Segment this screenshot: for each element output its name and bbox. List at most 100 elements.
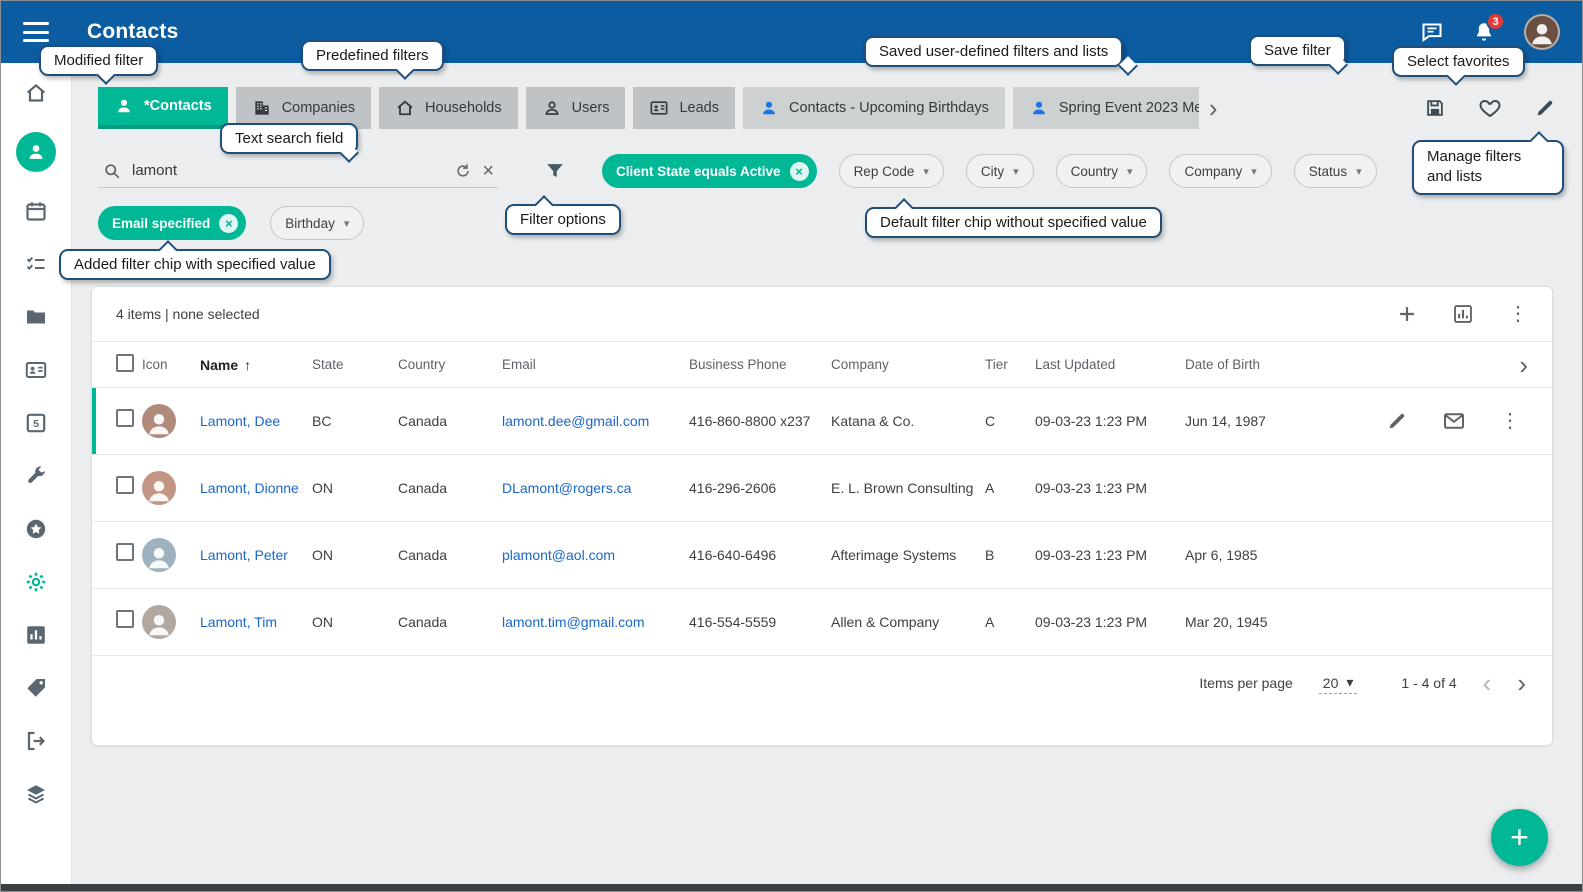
tabs-overflow-chevron-icon[interactable]: ›: [1207, 95, 1220, 121]
manage-filters-button[interactable]: [1534, 97, 1556, 119]
sidebar-item-featured-icon[interactable]: [16, 515, 56, 543]
chip-rep-code[interactable]: Rep Code ▾: [839, 154, 944, 188]
sidebar-item-calendar-icon[interactable]: [16, 197, 56, 225]
chip-city[interactable]: City ▾: [966, 154, 1034, 188]
list-toolbar: 4 items | none selected ⋮: [92, 287, 1552, 341]
chip-status[interactable]: Status ▾: [1294, 154, 1377, 188]
contact-name-link[interactable]: Lamont, Tim: [200, 614, 277, 630]
table-header-row: Icon Name↑ State Country Email Business …: [92, 342, 1552, 388]
user-avatar[interactable]: [1524, 14, 1560, 50]
clear-search-icon[interactable]: ×: [482, 161, 494, 181]
tab-households[interactable]: Households: [379, 87, 518, 129]
sidebar-item-tasks-icon[interactable]: [16, 250, 56, 278]
callout-manage-filters: Manage filters and lists: [1412, 140, 1564, 195]
col-company[interactable]: Company: [831, 342, 985, 388]
tab-saved-upcoming-birthdays[interactable]: Contacts - Upcoming Birthdays: [743, 87, 1005, 129]
col-name-sortable[interactable]: Name↑: [200, 342, 312, 388]
table-row[interactable]: Lamont, Dionne ON Canada DLamont@rogers.…: [92, 455, 1552, 522]
email-link[interactable]: DLamont@rogers.ca: [502, 480, 631, 496]
sidebar-item-tools-icon[interactable]: [16, 462, 56, 490]
funnel-icon: [544, 160, 566, 182]
tab-label: *Contacts: [144, 98, 212, 114]
chip-email-specified[interactable]: Email specified ×: [98, 206, 246, 240]
sidebar-item-settings-icon[interactable]: [16, 568, 56, 596]
contact-name-link[interactable]: Lamont, Peter: [200, 547, 288, 563]
home-icon: [395, 98, 415, 118]
cell-phone: 416-296-2606: [689, 455, 831, 522]
items-per-page-select[interactable]: 20 ▾: [1319, 672, 1358, 694]
contact-avatar: [142, 404, 176, 438]
chip-birthday[interactable]: Birthday ▾: [270, 206, 364, 240]
contact-name-link[interactable]: Lamont, Dee: [200, 413, 280, 429]
search-field[interactable]: ×: [98, 155, 498, 188]
table-row[interactable]: Lamont, Dee BC Canada lamont.dee@gmail.c…: [92, 388, 1552, 455]
favorites-button[interactable]: [1478, 96, 1502, 120]
sidebar-item-card-5-icon[interactable]: [16, 409, 56, 437]
select-all-checkbox[interactable]: [116, 354, 134, 372]
col-tier[interactable]: Tier: [985, 342, 1035, 388]
table-row[interactable]: Lamont, Peter ON Canada plamont@aol.com …: [92, 522, 1552, 589]
email-link[interactable]: lamont.tim@gmail.com: [502, 614, 645, 630]
filter-chip-row: Client State equals Active × Rep Code ▾ …: [602, 154, 1377, 188]
chip-label: Country: [1071, 164, 1118, 179]
previous-page-chevron-icon[interactable]: ‹: [1483, 670, 1492, 696]
next-page-chevron-icon[interactable]: ›: [1517, 670, 1526, 696]
more-columns-chevron-icon[interactable]: ›: [1517, 350, 1530, 380]
tab-label: Companies: [282, 100, 355, 116]
row-checkbox[interactable]: [116, 476, 134, 494]
add-record-button[interactable]: [1396, 303, 1418, 325]
sidebar-item-layers-icon[interactable]: [16, 780, 56, 808]
filter-options-button[interactable]: [544, 160, 566, 182]
sidebar-item-reports-icon[interactable]: [16, 621, 56, 649]
column-chart-button[interactable]: [1452, 303, 1474, 325]
col-country[interactable]: Country: [398, 342, 502, 388]
row-checkbox[interactable]: [116, 543, 134, 561]
contacts-table: Icon Name↑ State Country Email Business …: [92, 341, 1552, 656]
tab-leads[interactable]: Leads: [633, 87, 735, 129]
callout-saved-filters: Saved user-defined filters and lists: [864, 36, 1123, 67]
refresh-icon[interactable]: [454, 162, 472, 180]
sidebar-item-sign-out-icon[interactable]: [16, 727, 56, 755]
remove-chip-icon[interactable]: ×: [219, 214, 238, 233]
save-filter-button[interactable]: [1424, 97, 1446, 119]
sidebar-item-contact-card-icon[interactable]: [16, 356, 56, 384]
tab-contacts[interactable]: *Contacts: [98, 87, 228, 129]
email-link[interactable]: lamont.dee@gmail.com: [502, 413, 649, 429]
sidebar-item-contacts-icon[interactable]: [16, 132, 56, 172]
add-contact-fab[interactable]: +: [1491, 809, 1548, 866]
contact-card-icon: [649, 98, 669, 118]
content-area: *Contacts Companies Households Users Lea…: [72, 63, 1582, 884]
row-more-menu[interactable]: ⋮: [1500, 411, 1520, 431]
edit-contact-button[interactable]: [1386, 410, 1408, 432]
tab-saved-spring-event[interactable]: Spring Event 2023 Me: [1013, 87, 1199, 129]
table-row[interactable]: Lamont, Tim ON Canada lamont.tim@gmail.c…: [92, 589, 1552, 656]
tab-users[interactable]: Users: [526, 87, 626, 129]
search-input[interactable]: [132, 162, 444, 179]
contact-avatar: [142, 538, 176, 572]
cell-tier: A: [985, 455, 1035, 522]
person-outline-icon: [542, 98, 562, 118]
email-link[interactable]: plamont@aol.com: [502, 547, 615, 563]
col-updated[interactable]: Last Updated: [1035, 342, 1185, 388]
col-state[interactable]: State: [312, 342, 398, 388]
sidebar-item-tags-icon[interactable]: [16, 674, 56, 702]
chip-client-state[interactable]: Client State equals Active ×: [602, 154, 817, 188]
remove-chip-icon[interactable]: ×: [790, 162, 809, 181]
cell-updated: 09-03-23 1:23 PM: [1035, 388, 1185, 455]
notifications-bell-icon[interactable]: 3: [1472, 20, 1496, 44]
sidebar-item-home-icon[interactable]: [16, 79, 56, 107]
chat-icon[interactable]: [1420, 20, 1444, 44]
chip-company[interactable]: Company ▾: [1169, 154, 1271, 188]
col-email[interactable]: Email: [502, 342, 689, 388]
row-checkbox[interactable]: [116, 409, 134, 427]
chip-country[interactable]: Country ▾: [1056, 154, 1148, 188]
row-checkbox[interactable]: [116, 610, 134, 628]
contact-name-link[interactable]: Lamont, Dionne: [200, 480, 299, 496]
col-phone[interactable]: Business Phone: [689, 342, 831, 388]
col-dob[interactable]: Date of Birth: [1185, 342, 1307, 388]
sidebar-item-documents-icon[interactable]: [16, 303, 56, 331]
list-more-menu[interactable]: ⋮: [1508, 304, 1528, 324]
send-email-button[interactable]: [1442, 409, 1466, 433]
contact-avatar: [142, 605, 176, 639]
menu-icon[interactable]: [23, 22, 49, 42]
